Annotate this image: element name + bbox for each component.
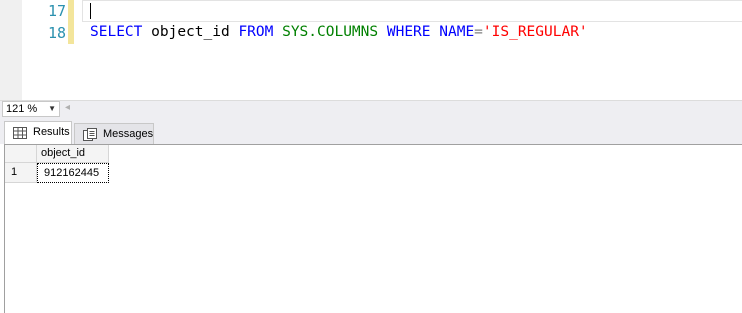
sql-table: SYS.COLUMNS [282, 24, 379, 40]
line-number-17: 17 [47, 2, 66, 20]
scroll-left-icon[interactable]: ◂ [65, 102, 70, 113]
change-marker [68, 0, 74, 22]
results-grid-panel: object_id 1 912162445 [4, 144, 742, 313]
text-caret [90, 3, 91, 19]
results-tab-strip: Results Messages [0, 117, 742, 144]
zoom-bar: 121 % ▼ ◂ [0, 100, 742, 117]
sql-keyword-from: FROM [238, 24, 274, 40]
change-marker [68, 22, 74, 44]
column-header[interactable]: object_id [37, 145, 109, 163]
sql-name: NAME [439, 24, 475, 40]
tab-messages[interactable]: Messages [74, 123, 154, 144]
sql-operator: = [474, 24, 483, 40]
chevron-down-icon[interactable]: ▼ [48, 102, 56, 116]
grid-cell[interactable]: 912162445 [37, 163, 109, 183]
tab-results[interactable]: Results [4, 121, 72, 144]
grid-corner-cell[interactable] [5, 145, 37, 163]
sql-keyword-select: SELECT [90, 24, 143, 40]
zoom-dropdown[interactable]: 121 % ▼ [2, 101, 60, 117]
sql-string: 'IS_REGULAR' [482, 24, 588, 40]
line-number-18: 18 [47, 24, 66, 42]
tab-messages-label: Messages [103, 128, 154, 140]
editor-gutter [0, 0, 22, 100]
row-header[interactable]: 1 [5, 163, 37, 183]
query-editor[interactable]: 17 18 SELECT object_id FROM SYS.COLUMNS … [0, 0, 742, 100]
current-line-highlight [82, 0, 742, 22]
sql-statement[interactable]: SELECT object_id FROM SYS.COLUMNS WHERE … [90, 24, 588, 40]
zoom-value: 121 % [6, 103, 38, 115]
tab-results-label: Results [33, 126, 70, 138]
sql-keyword-where: WHERE [386, 24, 431, 40]
grid-icon [13, 126, 27, 146]
sql-column: object_id [151, 24, 230, 40]
